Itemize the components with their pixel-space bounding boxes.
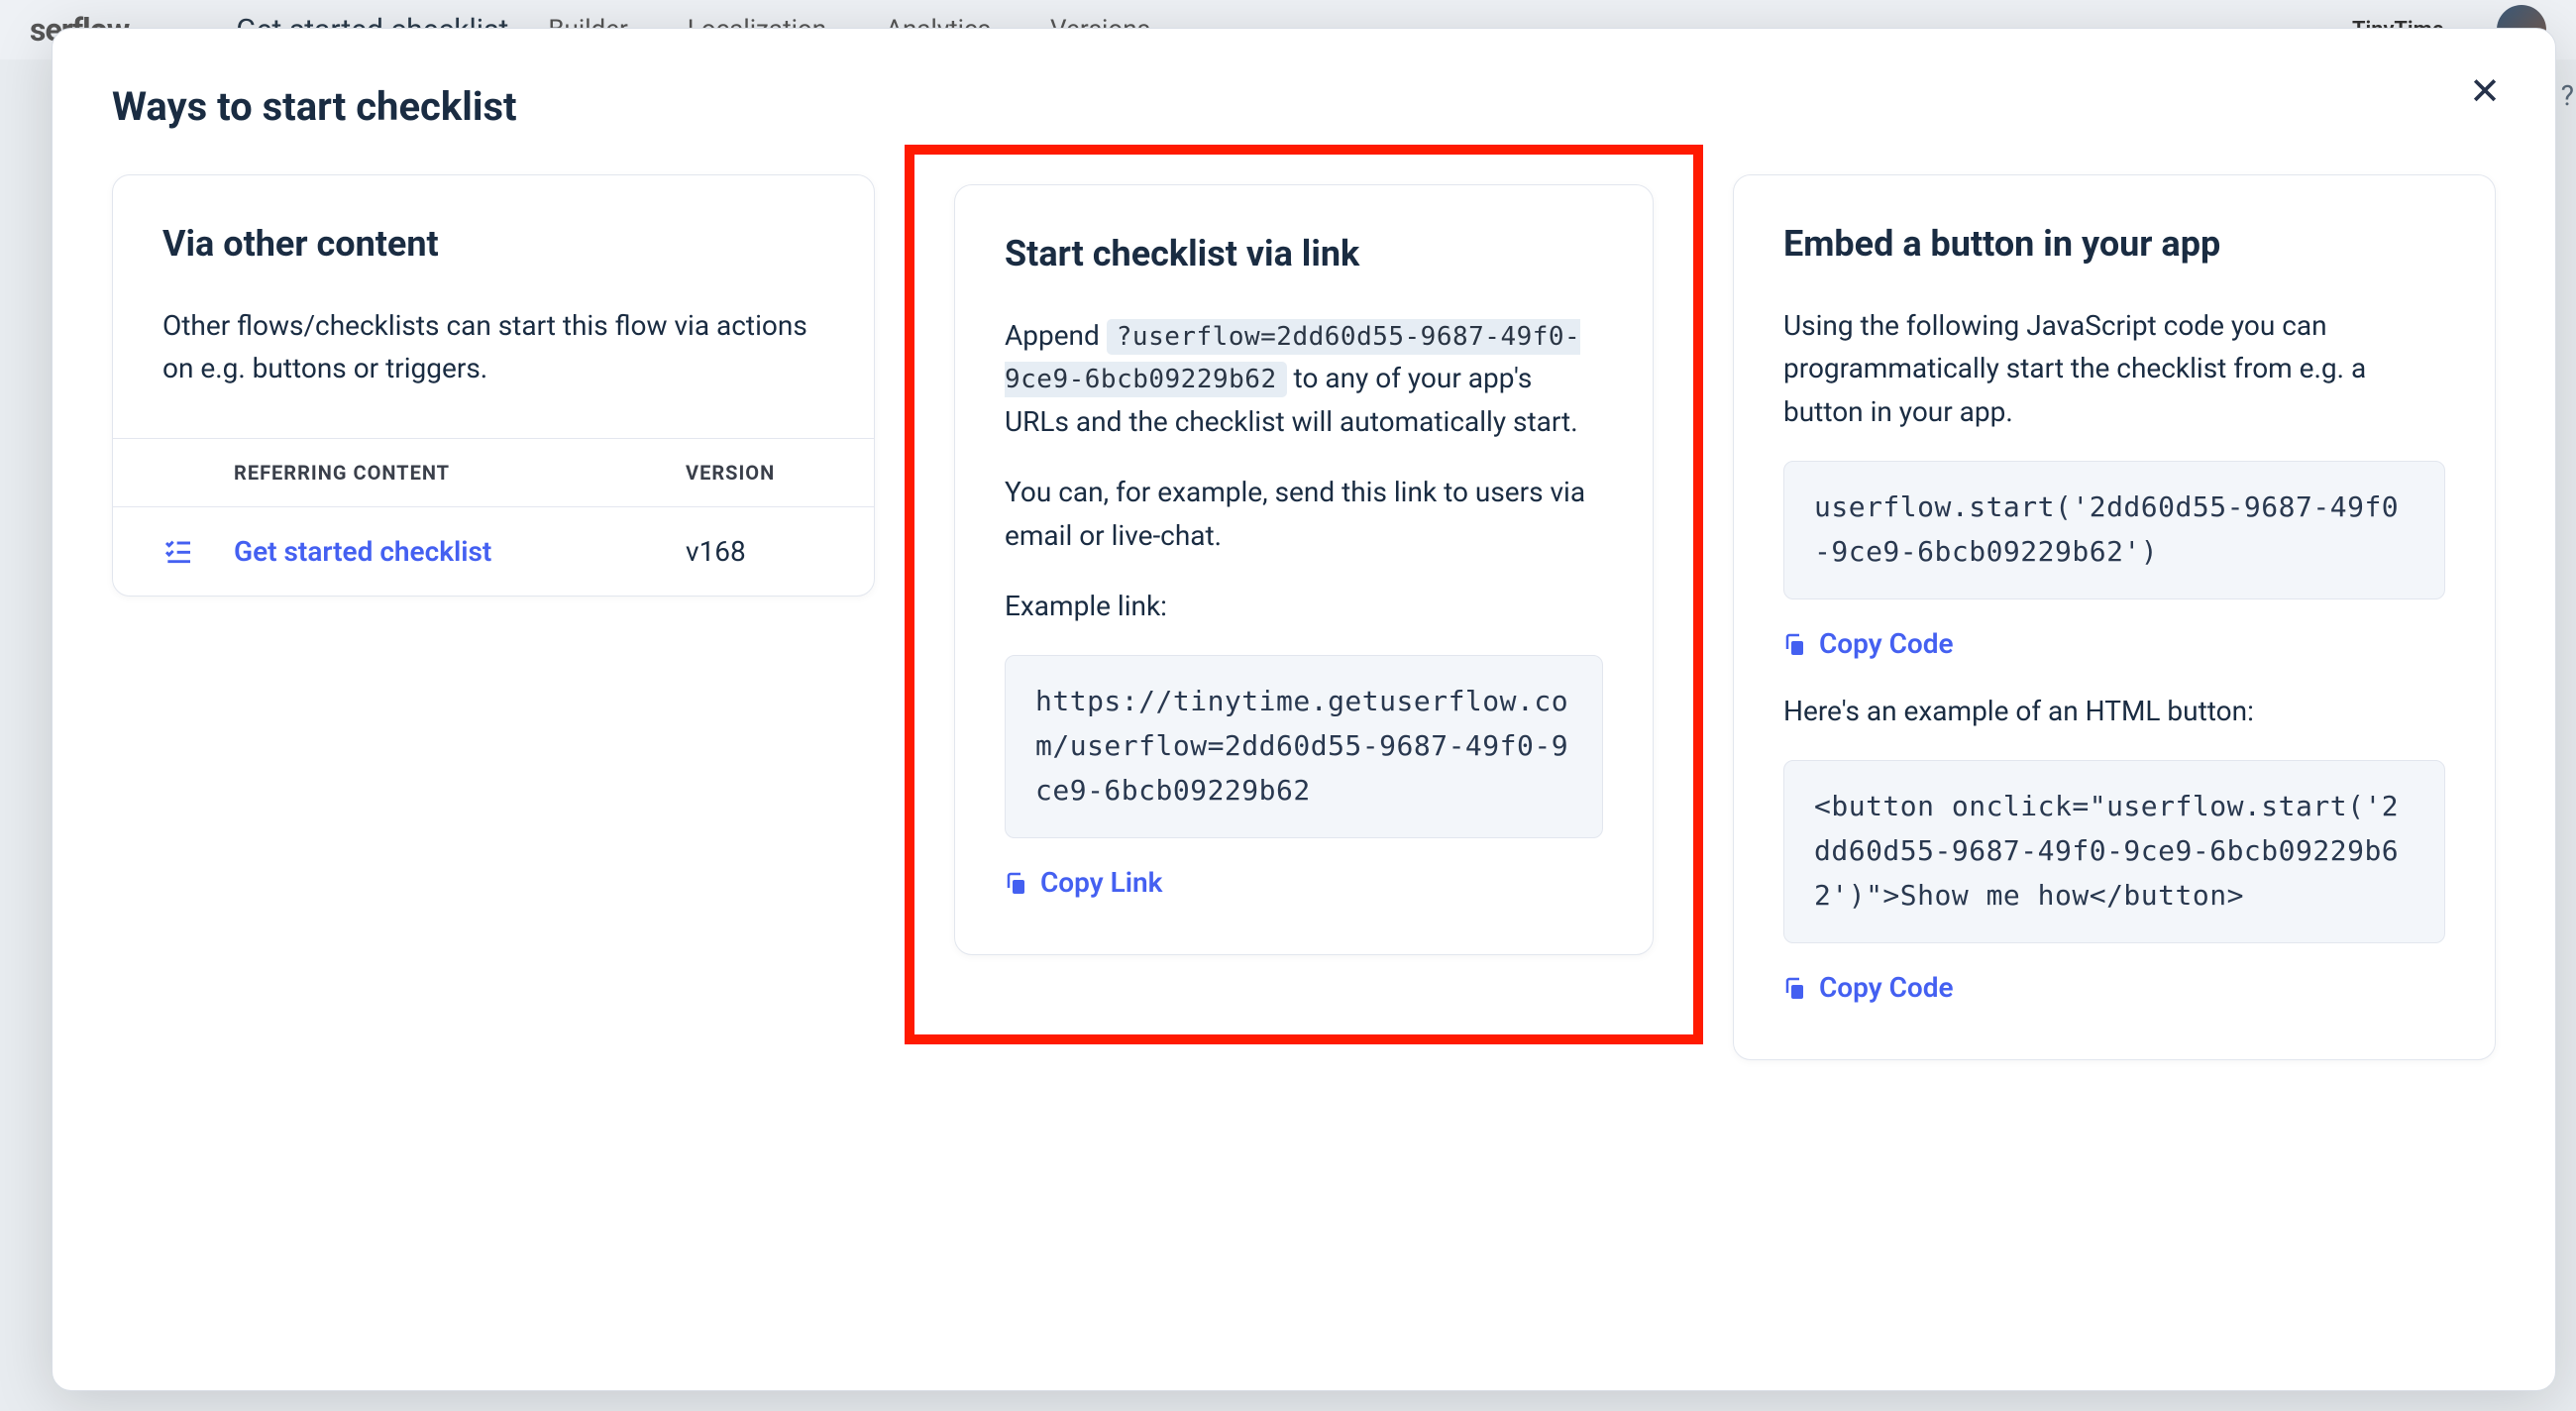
copy-code-button-1[interactable]: Copy Code	[1783, 627, 1954, 660]
append-prefix: Append	[1005, 319, 1107, 352]
card-embed-button: Embed a button in your app Using the fol…	[1733, 174, 2496, 1060]
append-instruction: Append ?userflow=2dd60d55-9687-49f0-9ce9…	[1005, 314, 1603, 443]
card-title: Start checklist via link	[1005, 233, 1603, 274]
referring-content-name[interactable]: Get started checklist	[234, 535, 686, 568]
embed-description: Using the following JavaScript code you …	[1783, 304, 2445, 433]
copy-icon	[1783, 631, 1807, 655]
close-button[interactable]: ✕	[2469, 73, 2501, 111]
card-description: Other flows/checklists can start this fl…	[162, 304, 824, 390]
help-icon[interactable]: ?	[2561, 79, 2574, 112]
referring-content-version: v168	[686, 535, 824, 568]
card-title: Embed a button in your app	[1783, 223, 2445, 265]
column-version: VERSION	[686, 461, 824, 485]
card-title: Via other content	[162, 223, 824, 265]
html-code-block[interactable]: <button onclick="userflow.start('2dd60d5…	[1783, 760, 2445, 942]
modal-title: Ways to start checklist	[112, 83, 2496, 130]
copy-code-button-2[interactable]: Copy Code	[1783, 971, 1954, 1004]
card-start-via-link: Start checklist via link Append ?userflo…	[954, 184, 1654, 955]
copy-icon	[1783, 975, 1807, 999]
copy-code-label: Copy Code	[1819, 971, 1954, 1004]
html-button-intro: Here's an example of an HTML button:	[1783, 690, 2445, 732]
copy-code-label: Copy Code	[1819, 627, 1954, 660]
column-referring-content: REFERRING CONTENT	[162, 461, 686, 485]
cards-row: Via other content Other flows/checklists…	[112, 174, 2496, 1060]
ways-to-start-modal: ✕ Ways to start checklist Via other cont…	[52, 28, 2556, 1391]
highlight-box: Start checklist via link Append ?userflo…	[905, 145, 1703, 1044]
example-link-code[interactable]: https://tinytime.getuserflow.com/userflo…	[1005, 655, 1603, 837]
copy-icon	[1005, 870, 1028, 894]
send-link-hint: You can, for example, send this link to …	[1005, 471, 1603, 557]
checklist-icon	[162, 535, 194, 567]
table-header: REFERRING CONTENT VERSION	[113, 439, 874, 507]
example-link-label: Example link:	[1005, 585, 1603, 627]
copy-link-button[interactable]: Copy Link	[1005, 866, 1162, 899]
js-code-block[interactable]: userflow.start('2dd60d55-9687-49f0-9ce9-…	[1783, 461, 2445, 599]
card-via-other-content: Via other content Other flows/checklists…	[112, 174, 875, 597]
table-row[interactable]: Get started checklist v168	[113, 507, 874, 596]
referring-content-table: REFERRING CONTENT VERSION Get started ch…	[113, 438, 874, 596]
copy-link-label: Copy Link	[1040, 866, 1162, 899]
